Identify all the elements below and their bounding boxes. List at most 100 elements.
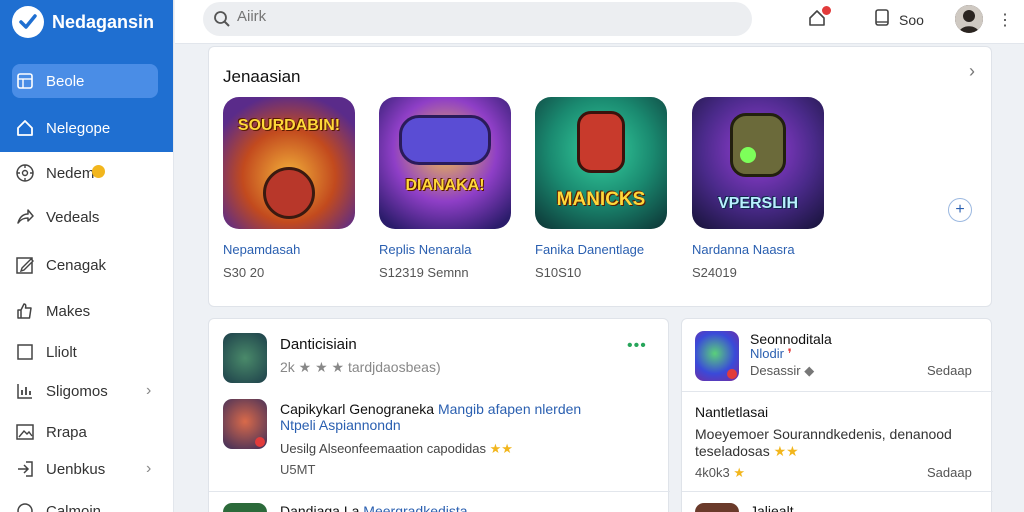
game-tile-image[interactable]: SOURDABIN! <box>223 97 355 229</box>
sidebar-item-label: Cenagak <box>46 256 107 274</box>
row-link-2[interactable]: Ntpeli Aspiannondn <box>280 417 401 433</box>
search-icon <box>213 10 231 33</box>
sidebar-item-label: Nedem <box>46 164 95 182</box>
row-link[interactable]: Mangib afapen nlerden <box>438 401 581 417</box>
block-title[interactable]: Nantletlasai <box>695 404 768 420</box>
game-list-left: Danticisiain ••• 2k ★ ★ ★ tardjdaosbeas)… <box>208 318 670 512</box>
row-description: Uesilg Alseonfeemaation capodidas ★★ <box>280 441 513 457</box>
thumbs-up-icon <box>14 300 36 322</box>
image-icon <box>14 421 36 443</box>
game-thumbnail[interactable] <box>695 331 739 381</box>
side-label: Sedaap <box>927 363 972 378</box>
block-meta-text: 4k0k3 <box>695 465 730 480</box>
game-tile-image[interactable]: MANICKS <box>535 97 667 229</box>
game-tile-image[interactable]: DIANAKA! <box>379 97 511 229</box>
rating-row: 2k ★ ★ ★ tardjdaosbeas) <box>280 359 441 376</box>
game-name[interactable]: Replis Nenarala <box>379 242 472 257</box>
row-link[interactable]: Nlodir ❜ <box>750 346 792 362</box>
grid-icon <box>14 70 36 92</box>
sidebar: Nedagansin Beole Nelegope Nedem Vedeals <box>0 0 174 512</box>
game-name[interactable]: Nardanna Naasra <box>692 242 795 257</box>
star-icon: ★★ <box>773 443 799 459</box>
game-meta: S30 20 <box>223 265 265 280</box>
sidebar-item-rrapa[interactable]: Rrapa <box>0 415 174 449</box>
block-line-2: teseladosas ★★ <box>695 443 799 460</box>
game-tile-text: DIANAKA! <box>405 177 485 194</box>
sidebar-item-label: Makes <box>46 302 91 320</box>
star-icon: ★★ <box>489 441 513 456</box>
game-tile-text: SOURDABIN! <box>237 117 341 134</box>
star-icon: 2k ★ ★ ★ <box>280 359 348 375</box>
more-options-icon[interactable]: ••• <box>627 337 647 355</box>
row-description: Desassir ◆ <box>750 363 814 379</box>
row-title[interactable]: Capikykarl Genograneka Mangib afapen nle… <box>280 401 581 417</box>
compass-icon <box>14 162 36 184</box>
row-link[interactable]: Meergradkedista <box>363 503 467 512</box>
badge-icon <box>727 369 737 379</box>
game-meta: S12319 Semnn <box>379 265 469 280</box>
share-icon <box>14 206 36 228</box>
game-thumbnail[interactable] <box>223 503 267 512</box>
more-options-icon[interactable]: ⋮ <box>997 10 1013 30</box>
thumbs-icon: ◆ <box>804 363 815 378</box>
glow-orb <box>740 147 756 163</box>
character-art <box>577 111 625 173</box>
row-link-text: Nlodir <box>750 346 784 361</box>
block-line-2-text: teseladosas <box>695 443 770 459</box>
sidebar-item-makes[interactable]: Makes <box>0 294 174 328</box>
list-title[interactable]: Danticisiain <box>280 336 357 353</box>
home-icon <box>14 117 36 139</box>
add-icon[interactable]: + <box>948 198 972 222</box>
app-title: Nedagansin <box>52 12 155 32</box>
avatar[interactable] <box>955 5 983 33</box>
featured-section: Jenaasian › SOURDABIN! Nepamdasah S30 20… <box>208 46 992 307</box>
character-art <box>399 115 491 165</box>
search-input[interactable] <box>237 8 537 25</box>
top-bar: Soo ⋮ <box>175 0 1024 44</box>
divider <box>209 491 670 492</box>
character-art <box>263 167 315 219</box>
game-thumbnail[interactable] <box>695 503 739 512</box>
square-icon <box>14 341 36 363</box>
sidebar-item-sligomos[interactable]: Sligomos › <box>0 374 174 408</box>
sidebar-item-label: Calmoin <box>46 502 102 512</box>
checkmark-logo-icon[interactable] <box>12 6 44 38</box>
edit-icon <box>14 254 36 276</box>
tablet-icon[interactable] <box>872 8 892 33</box>
circle-icon <box>14 500 36 512</box>
row-title[interactable]: Jaliealt <box>750 503 794 512</box>
row-description-text: Uesilg Alseonfeemaation capodidas <box>280 441 486 456</box>
sidebar-item-nelegope[interactable]: Nelegope <box>0 111 174 145</box>
game-tile-image[interactable]: VPERSLIH <box>692 97 824 229</box>
game-thumbnail[interactable] <box>223 333 267 383</box>
chevron-right-icon[interactable]: › <box>969 61 975 82</box>
side-label: Sadaap <box>927 465 972 480</box>
chart-icon <box>14 380 36 402</box>
row-title-text: Dandiaga La <box>280 503 360 512</box>
sidebar-item-lliolt[interactable]: Lliolt <box>0 335 174 369</box>
sidebar-item-uenbkus[interactable]: Uenbkus › <box>0 452 174 486</box>
game-name[interactable]: Nepamdasah <box>223 242 300 257</box>
user-label[interactable]: Soo <box>899 12 924 28</box>
divider <box>682 491 993 492</box>
row-meta: U5MT <box>280 462 316 477</box>
game-tile-text: VPERSLIH <box>717 195 798 212</box>
sidebar-item-cenagak[interactable]: Cenagak <box>0 248 174 282</box>
row-title[interactable]: Dandiaga La Meergradkedista <box>280 503 468 512</box>
notification-badge <box>822 6 831 15</box>
sidebar-item-label: Uenbkus <box>46 460 106 478</box>
sidebar-item-nedem[interactable]: Nedem <box>0 156 174 190</box>
list-title[interactable]: Seonnoditala <box>750 331 832 347</box>
game-name[interactable]: Fanika Danentlage <box>535 242 644 257</box>
home-notification-icon[interactable] <box>807 6 831 33</box>
badge-icon <box>255 437 265 447</box>
brand-header: Nedagansin Beole Nelegope <box>0 0 173 152</box>
row-title-text: Capikykarl Genograneka <box>280 401 435 417</box>
sidebar-item-calmoin[interactable]: Calmoin <box>0 494 174 512</box>
sidebar-item-beole[interactable]: Beole <box>12 64 158 98</box>
search-box[interactable] <box>203 2 752 36</box>
block-meta: 4k0k3 ★ <box>695 465 745 481</box>
chevron-right-icon: › <box>146 382 152 399</box>
game-thumbnail[interactable] <box>223 399 267 449</box>
sidebar-item-vedeals[interactable]: Vedeals <box>0 200 174 234</box>
